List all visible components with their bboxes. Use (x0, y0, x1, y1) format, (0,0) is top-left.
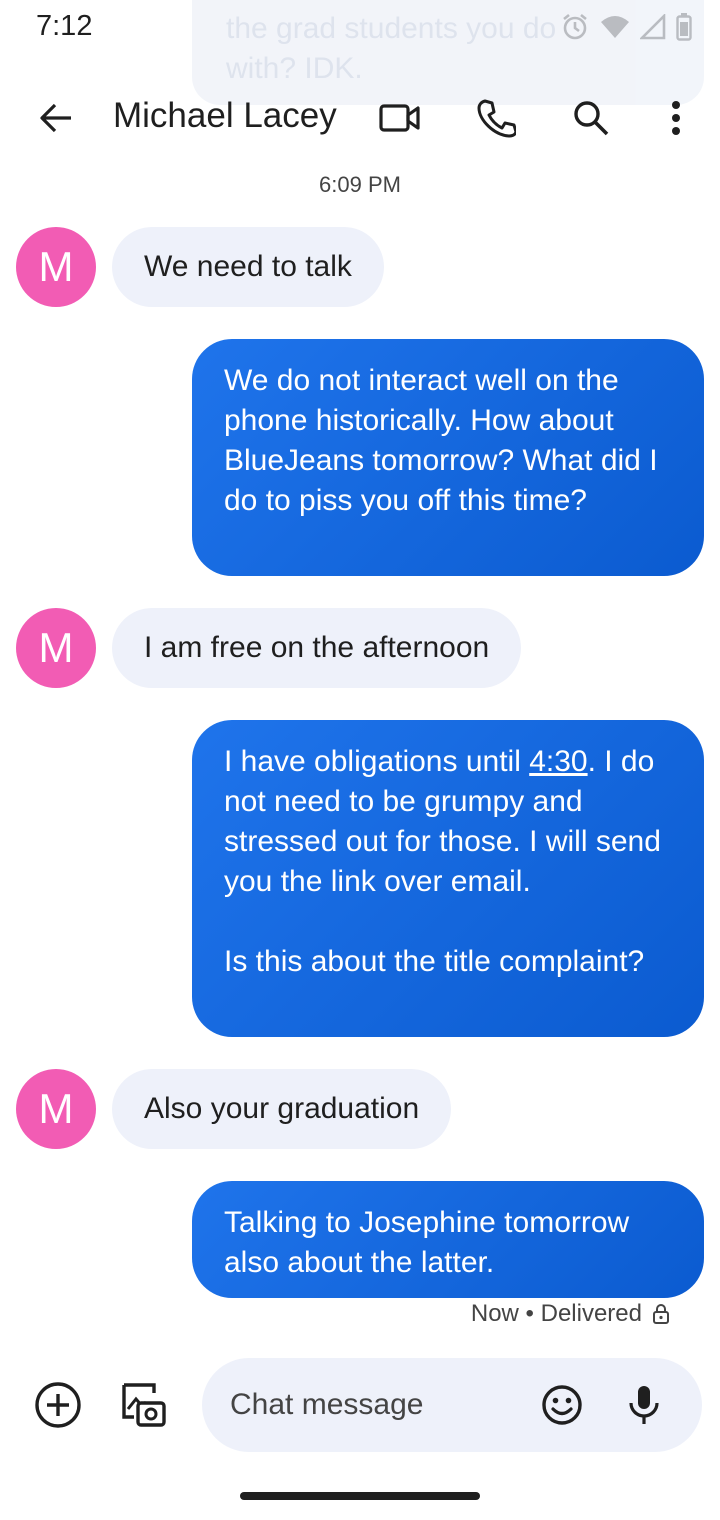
avatar[interactable]: M (16, 227, 96, 307)
more-options-button[interactable] (648, 90, 704, 146)
search-button[interactable] (563, 90, 619, 146)
notification-line-1: the grad students you do (226, 12, 557, 45)
gallery-camera-icon (122, 1383, 166, 1427)
message-text-part: I have obligations until (224, 745, 530, 778)
avatar[interactable]: M (16, 608, 96, 688)
time-link[interactable]: 4:30 (529, 745, 587, 778)
avatar[interactable]: M (16, 1069, 96, 1149)
incoming-message[interactable]: We need to talk (112, 227, 384, 307)
chat-message-placeholder: Chat message (230, 1388, 424, 1421)
delivery-status-text: Now • Delivered (470, 1300, 642, 1327)
microphone-icon (629, 1386, 659, 1424)
compose-bar: Chat message (0, 1355, 720, 1455)
gallery-camera-button[interactable] (114, 1377, 170, 1433)
emoji-icon (542, 1385, 582, 1425)
outgoing-message[interactable]: We do not interact well on the phone his… (192, 339, 704, 576)
conversation-timestamp: 6:09 PM (319, 172, 401, 197)
voice-input-button[interactable] (616, 1377, 672, 1433)
search-icon (574, 101, 609, 136)
video-call-button[interactable] (372, 90, 428, 146)
message-text: Is this about the title complaint? (224, 945, 645, 978)
back-button[interactable] (28, 90, 84, 146)
chat-message-input[interactable]: Chat message (202, 1358, 702, 1452)
delivery-status: Now • Delivered (471, 1300, 670, 1328)
message-text: I have obligations until 4:30. I do not … (224, 742, 672, 902)
message-text: We do not interact well on the phone his… (224, 364, 658, 517)
back-arrow-icon (40, 103, 71, 133)
contact-name[interactable]: Michael Lacey (113, 96, 337, 136)
app-bar: Michael Lacey (0, 72, 720, 164)
lock-icon (653, 1304, 669, 1324)
outgoing-message[interactable]: I have obligations until 4:30. I do not … (192, 720, 704, 1037)
phone-call-button[interactable] (468, 90, 524, 146)
add-attachment-button[interactable] (30, 1377, 86, 1433)
add-circle-icon (35, 1382, 81, 1428)
phone-icon (477, 99, 516, 138)
outgoing-message[interactable]: Talking to Josephine tomorrow also about… (192, 1181, 704, 1298)
gesture-navigation-bar[interactable] (240, 1492, 480, 1500)
incoming-message[interactable]: I am free on the afternoon (112, 608, 522, 688)
incoming-message[interactable]: Also your graduation (112, 1069, 452, 1149)
video-call-icon (379, 104, 420, 132)
more-icon (672, 101, 680, 135)
message-text: Talking to Josephine tomorrow also about… (224, 1206, 630, 1279)
emoji-button[interactable] (534, 1377, 590, 1433)
status-time: 7:12 (36, 10, 93, 42)
